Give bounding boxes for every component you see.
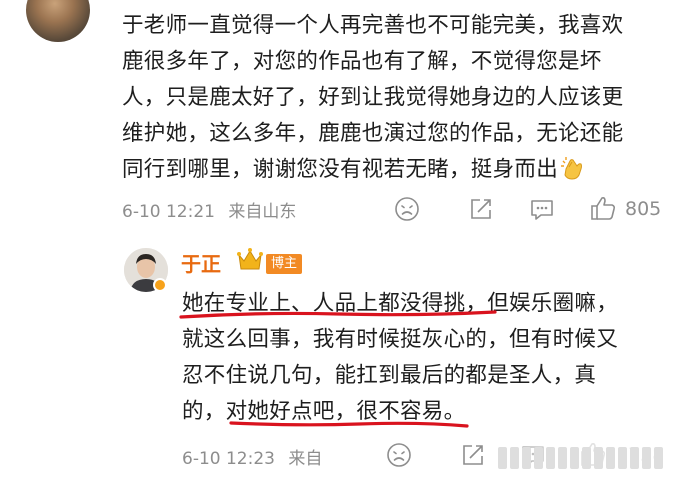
- comment-line-text: 同行到哪里，谢谢您没有视若无睹，挺身而出: [122, 157, 559, 182]
- verified-badge-icon: [153, 278, 167, 292]
- author-badge: 博主: [266, 254, 303, 274]
- comment-meta: 6-10 12:21 来自山东: [122, 197, 296, 222]
- comment-time: 6-10 12:21: [122, 202, 215, 222]
- share-icon[interactable]: [460, 443, 486, 467]
- watermark: [498, 447, 663, 469]
- author-name[interactable]: 于正: [181, 248, 221, 277]
- like-count: 805: [625, 198, 662, 220]
- comment-text: 于老师一直觉得一个人再完善也不可能完美，我喜欢 鹿很多年了，对您的作品也有了解，…: [122, 8, 682, 188]
- red-underline-annotation: [229, 421, 469, 428]
- comment-line: 鹿很多年了，对您的作品也有了解，不觉得您是坏: [122, 49, 602, 74]
- comment-location: 来自山东: [228, 202, 297, 222]
- comment-line: 维护她，这么多年，鹿鹿也演过您的作品，无论还能: [122, 121, 624, 146]
- comment-line-last: 同行到哪里，谢谢您没有视若无睹，挺身而出: [122, 152, 682, 188]
- like-thumb-icon[interactable]: [589, 195, 617, 221]
- reply-meta: 6-10 12:23 来自: [182, 444, 322, 469]
- dislike-face-icon[interactable]: [386, 442, 412, 468]
- reply-line: 忍不住说几句，能扛到最后的都是圣人，真: [182, 363, 597, 388]
- reply-time: 6-10 12:23: [182, 449, 275, 469]
- dislike-face-icon[interactable]: [394, 196, 420, 222]
- clap-emoji-icon: [561, 157, 583, 180]
- reply-line: 就这么回事，我有时候挺灰心的，但有时候又: [182, 327, 619, 352]
- comment-line: 于老师一直觉得一个人再完善也不可能完美，我喜欢: [122, 13, 624, 38]
- reply-location: 来自: [288, 449, 323, 469]
- comment-line: 人，只是鹿太好了，好到让我觉得她身边的人应该更: [122, 85, 624, 110]
- crown-icon: [237, 248, 263, 270]
- comment-icon[interactable]: [529, 198, 555, 222]
- avatar[interactable]: [26, 0, 90, 42]
- red-underline-annotation: [179, 310, 497, 319]
- share-icon[interactable]: [468, 197, 494, 221]
